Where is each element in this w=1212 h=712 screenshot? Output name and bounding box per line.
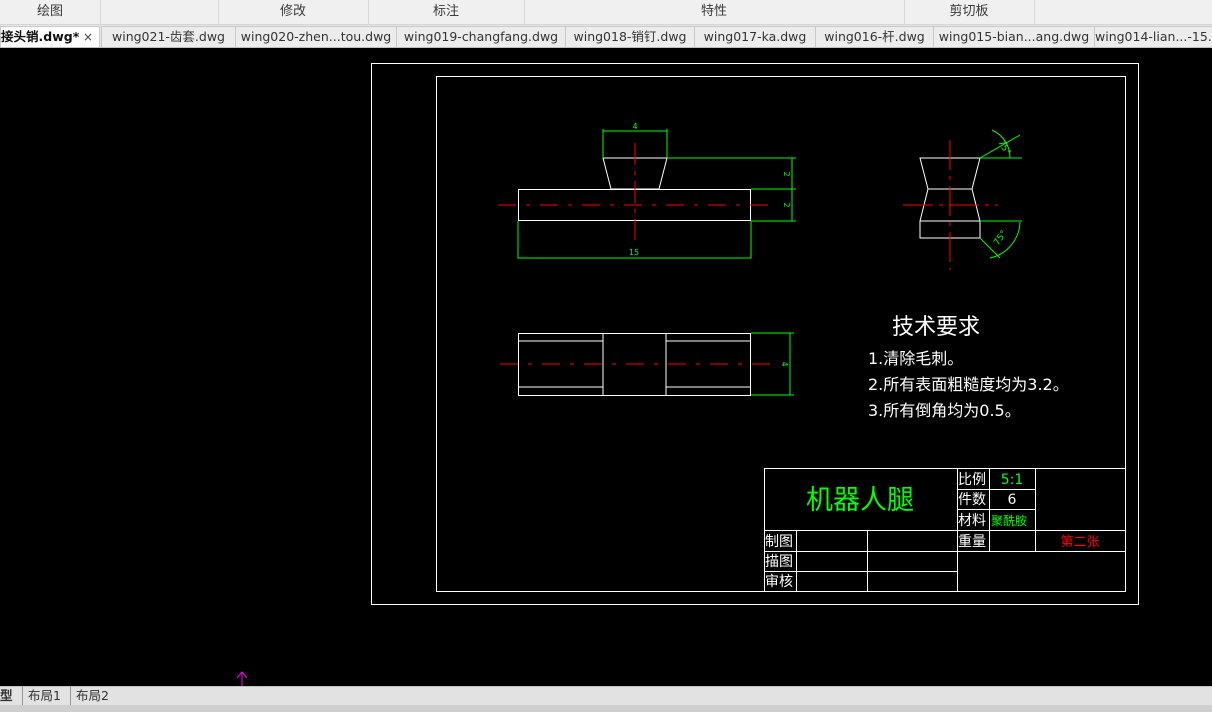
- drawing-svg[interactable]: 4 2 2 15 75° 75° 4 技术要求 1.清除毛刺。 2.所有表面粗糙…: [0, 48, 1212, 686]
- document-tab-label: wing014-lian...-15.d: [1095, 29, 1212, 44]
- document-tab-label: wing016-杆.dwg: [824, 29, 925, 44]
- scale-label: 比例: [958, 472, 986, 488]
- ribbon-group-clipboard[interactable]: 剪切板: [904, 0, 1035, 24]
- tech-requirement-item: 2.所有表面粗糙度均为3.2。: [868, 375, 1069, 394]
- document-tab-label: wing020-zhen...tou.dwg: [240, 29, 392, 44]
- weight-label: 重量: [958, 534, 986, 550]
- ribbon-group-bar: 绘图 修改 标注 特性 剪切板: [0, 0, 1212, 25]
- document-tab[interactable]: wing014-lian...-15.d: [1094, 26, 1212, 47]
- dim-bottom-height: 4: [780, 361, 789, 366]
- document-tab[interactable]: wing021-齿套.dwg: [101, 26, 236, 47]
- part-name: 机器人腿: [806, 485, 914, 516]
- layout-tab-label: 布局2: [76, 688, 109, 703]
- document-tab[interactable]: wing019-changfang.dwg: [396, 26, 566, 47]
- ribbon-group-label: 绘图: [36, 4, 63, 19]
- ribbon-group-properties[interactable]: 特性: [524, 0, 905, 24]
- scale-value: 5:1: [1001, 472, 1024, 488]
- document-tab-label: wing017-ka.dwg: [703, 29, 807, 44]
- close-icon[interactable]: ×: [83, 27, 93, 47]
- dim-angle-bottom: 75°: [992, 229, 1009, 248]
- drawing-canvas[interactable]: 4 2 2 15 75° 75° 4 技术要求 1.清除毛刺。 2.所有表面粗糙…: [0, 48, 1212, 686]
- document-tab-active[interactable]: 接头销.dwg* ×: [0, 26, 100, 47]
- document-tab-label: wing018-销钉.dwg: [573, 29, 687, 44]
- document-tab[interactable]: wing015-bian...ang.dwg: [933, 26, 1095, 47]
- checked-by-label: 审核: [765, 574, 793, 590]
- drawn-by-label: 制图: [765, 534, 793, 550]
- layout-tab-layout1[interactable]: 布局1: [22, 687, 74, 705]
- document-tab[interactable]: wing018-销钉.dwg: [565, 26, 695, 47]
- tech-requirements-title: 技术要求: [892, 315, 980, 340]
- layout-tab-layout2[interactable]: 布局2: [70, 687, 122, 705]
- ribbon-group-label: 特性: [700, 4, 727, 19]
- document-tab-label: wing021-齿套.dwg: [112, 29, 225, 44]
- document-tab-bar: 接头销.dwg* × wing021-齿套.dwg wing020-zhen..…: [0, 25, 1212, 48]
- ribbon-group-label: 剪切板: [949, 4, 989, 19]
- ribbon-group-annotate[interactable]: 标注: [368, 0, 525, 24]
- document-tab[interactable]: wing017-ka.dwg: [694, 26, 816, 47]
- layout-tab-label: 布局1: [28, 688, 61, 703]
- quantity-value: 6: [1008, 492, 1017, 508]
- document-tab[interactable]: wing016-杆.dwg: [815, 26, 934, 47]
- material-value: 聚酰胺: [991, 514, 1027, 528]
- document-tab-label: wing015-bian...ang.dwg: [938, 29, 1090, 44]
- ribbon-group-modify[interactable]: 修改: [218, 0, 369, 24]
- sheet-label: 第二张: [1060, 535, 1099, 550]
- dim-right-lower: 2: [782, 202, 791, 207]
- quantity-label: 件数: [958, 492, 986, 508]
- document-tab-label: wing019-changfang.dwg: [403, 29, 559, 44]
- material-label: 材料: [958, 513, 986, 529]
- traced-by-label: 描图: [765, 554, 793, 570]
- layout-tab-bar: 型 布局1 布局2: [0, 686, 1212, 712]
- document-tab[interactable]: wing020-zhen...tou.dwg: [235, 26, 397, 47]
- ucs-icon: [236, 671, 248, 686]
- document-tab-label: 接头销.dwg*: [1, 29, 80, 44]
- ribbon-divider: [100, 0, 219, 24]
- ribbon-group-draw[interactable]: 绘图: [0, 0, 101, 24]
- dim-length: 15: [629, 248, 639, 257]
- tech-requirement-item: 1.清除毛刺。: [868, 349, 963, 368]
- ribbon-group-label: 标注: [432, 4, 459, 19]
- ribbon-group-label: 修改: [279, 4, 306, 19]
- layout-tab-label: 型: [0, 688, 13, 703]
- layout-tab-model[interactable]: 型: [0, 687, 16, 705]
- dim-right-upper: 2: [782, 171, 791, 176]
- tech-requirement-item: 3.所有倒角均为0.5。: [868, 401, 1021, 420]
- dim-top-width: 4: [632, 122, 637, 131]
